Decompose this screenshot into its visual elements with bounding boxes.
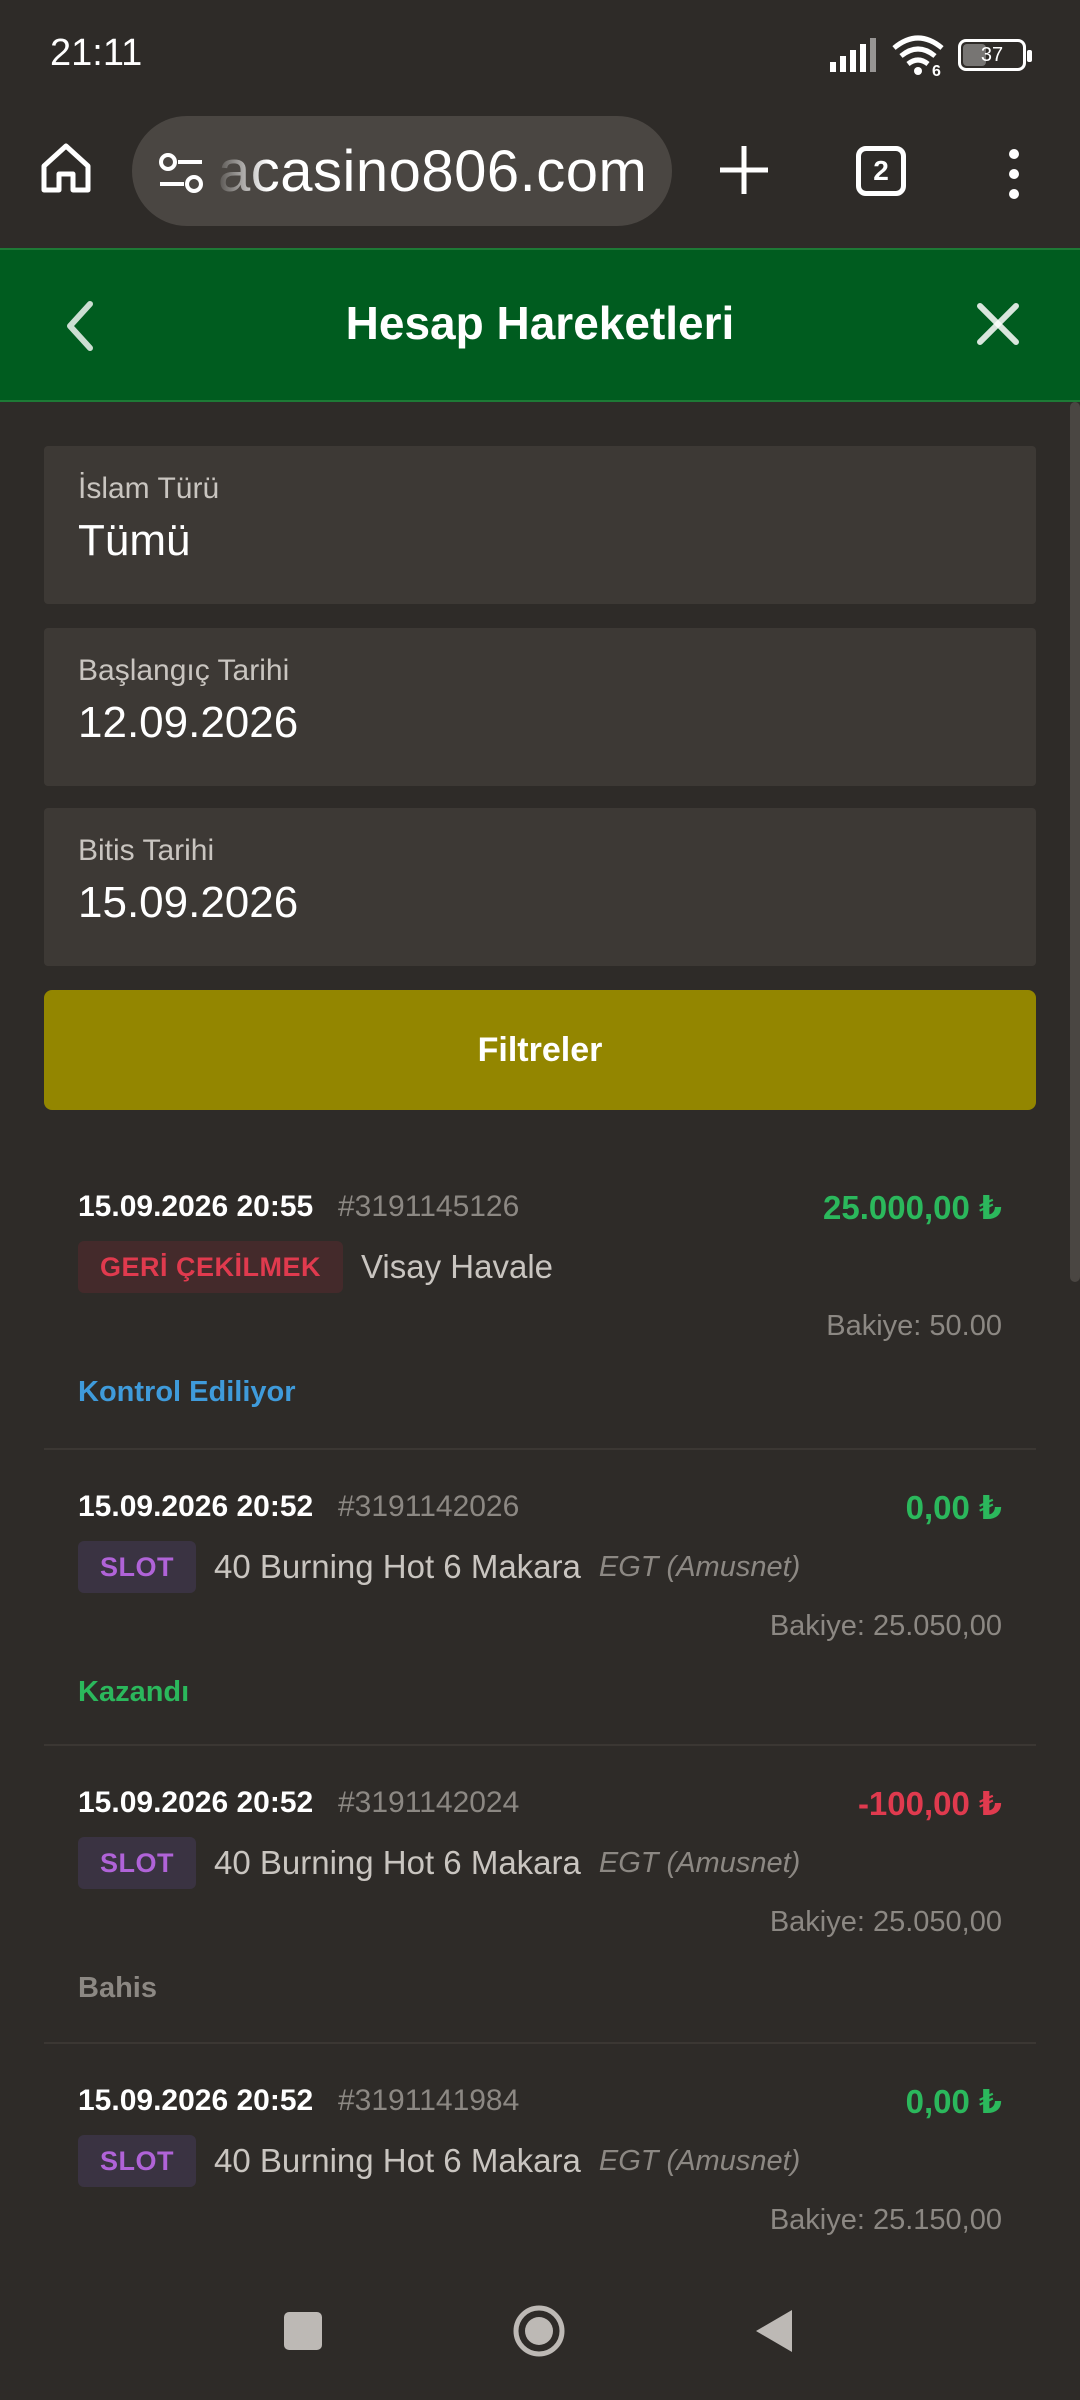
transaction-provider: EGT (Amusnet) [598, 2144, 801, 2177]
transaction-provider: EGT (Amusnet) [598, 1550, 801, 1583]
transaction-status: Kazandı [78, 1676, 190, 1708]
transaction-type-value: Tümü [78, 516, 191, 565]
start-date-field[interactable]: Başlangıç Tarihi 12.09.2026 [44, 628, 1036, 786]
url-bar[interactable]: acasino806.com [132, 116, 672, 226]
transaction-balance: Bakiye: 25.050,00 [769, 1906, 1002, 1938]
url-fade [208, 116, 268, 226]
page-title: Hesap Hareketleri [345, 297, 735, 349]
transaction-balance: Bakiye: 25.150,00 [769, 2204, 1002, 2236]
status-bar: 21:11 6 37 [0, 0, 1080, 108]
start-date-value: 12.09.2026 [78, 698, 299, 747]
transaction-type-badge: GERİ ÇEKİLMEK [78, 1241, 344, 1293]
app-header: Hesap Hareketleri [0, 248, 1080, 402]
transaction-date: 15.09.2026 20:52 [78, 1786, 314, 1819]
transaction-provider: EGT (Amusnet) [598, 1846, 801, 1879]
transaction-date: 15.09.2026 20:52 [78, 1490, 314, 1523]
transaction-id: #3191145126 [338, 1190, 520, 1223]
transaction-id: #3191141984 [338, 2084, 520, 2117]
transaction-name: 40 Burning Hot 6 Makara [214, 1548, 581, 1585]
browser-toolbar: acasino806.com 2 [0, 108, 1080, 248]
transaction-details: SLOT 40 Burning Hot 6 Makara EGT (Amusne… [78, 1540, 800, 1594]
end-date-field[interactable]: Bitis Tarihi 15.09.2026 [44, 808, 1036, 966]
transaction-row[interactable]: 15.09.2026 20:55 #3191145126 25.000,00 ₺… [44, 1150, 1036, 1450]
transaction-amount: 0,00 ₺ [905, 2083, 1002, 2120]
transaction-details: SLOT 40 Burning Hot 6 Makara EGT (Amusne… [78, 2134, 800, 2188]
wifi-icon: 6 [892, 35, 944, 76]
transaction-amount: -100,00 ₺ [857, 1785, 1002, 1822]
transaction-status: Bahis [78, 1972, 157, 2004]
transaction-amount: 25.000,00 ₺ [823, 1189, 1002, 1226]
tabs-icon[interactable]: 2 [856, 146, 906, 196]
transaction-balance: Bakiye: 50.00 [826, 1310, 1002, 1342]
battery-level: 37 [980, 43, 1004, 66]
close-icon[interactable] [972, 298, 1024, 350]
status-time: 21:11 [50, 32, 143, 74]
transaction-type-badge: SLOT [78, 1837, 196, 1889]
site-settings-icon[interactable] [154, 146, 208, 200]
home-icon[interactable] [36, 138, 96, 198]
status-icons: 6 37 [830, 34, 1032, 76]
transaction-amount: 0,00 ₺ [905, 1489, 1002, 1526]
transaction-name: Visay Havale [361, 1248, 554, 1285]
system-nav-bar [0, 2262, 1080, 2400]
transaction-type-badge: SLOT [78, 2135, 196, 2187]
transaction-row[interactable]: 15.09.2026 20:52 #3191141984 0,00 ₺ SLOT… [44, 2044, 1036, 2262]
transaction-status: Kontrol Ediliyor [78, 1376, 296, 1408]
transaction-name: 40 Burning Hot 6 Makara [214, 1844, 581, 1881]
nav-back-icon[interactable] [752, 2308, 796, 2354]
transaction-row[interactable]: 15.09.2026 20:52 #3191142026 0,00 ₺ SLOT… [44, 1450, 1036, 1746]
end-date-label: Bitis Tarihi [78, 834, 215, 867]
transaction-row[interactable]: 15.09.2026 20:52 #3191142024 -100,00 ₺ S… [44, 1746, 1036, 2044]
transaction-id: #3191142026 [338, 1490, 520, 1523]
svg-text:6: 6 [932, 63, 941, 76]
content-area: İslam Türü Tümü Başlangıç Tarihi 12.09.2… [0, 402, 1080, 2262]
end-date-value: 15.09.2026 [78, 878, 299, 927]
transaction-details: GERİ ÇEKİLMEK Visay Havale [78, 1240, 553, 1294]
filter-button[interactable]: Filtreler [44, 990, 1036, 1110]
transaction-date: 15.09.2026 20:55 [78, 1190, 314, 1223]
transaction-type-select[interactable]: İslam Türü Tümü [44, 446, 1036, 604]
transaction-details: SLOT 40 Burning Hot 6 Makara EGT (Amusne… [78, 1836, 800, 1890]
battery-icon: 37 [958, 39, 1032, 71]
transaction-balance: Bakiye: 25.050,00 [769, 1610, 1002, 1642]
scrollbar[interactable] [1070, 402, 1080, 1282]
transaction-type-label: İslam Türü [78, 472, 220, 505]
recents-icon[interactable] [284, 2312, 322, 2350]
url-text: acasino806.com [218, 139, 648, 204]
transaction-name: 40 Burning Hot 6 Makara [214, 2142, 581, 2179]
tab-count: 2 [873, 155, 889, 186]
transaction-date: 15.09.2026 20:52 [78, 2084, 314, 2117]
signal-icon [830, 38, 876, 72]
transaction-id: #3191142024 [338, 1786, 520, 1819]
nav-home-icon[interactable] [512, 2304, 566, 2358]
start-date-label: Başlangıç Tarihi [78, 654, 290, 687]
plus-icon[interactable] [714, 140, 774, 200]
more-vert-icon[interactable] [994, 144, 1034, 204]
transaction-type-badge: SLOT [78, 1541, 196, 1593]
